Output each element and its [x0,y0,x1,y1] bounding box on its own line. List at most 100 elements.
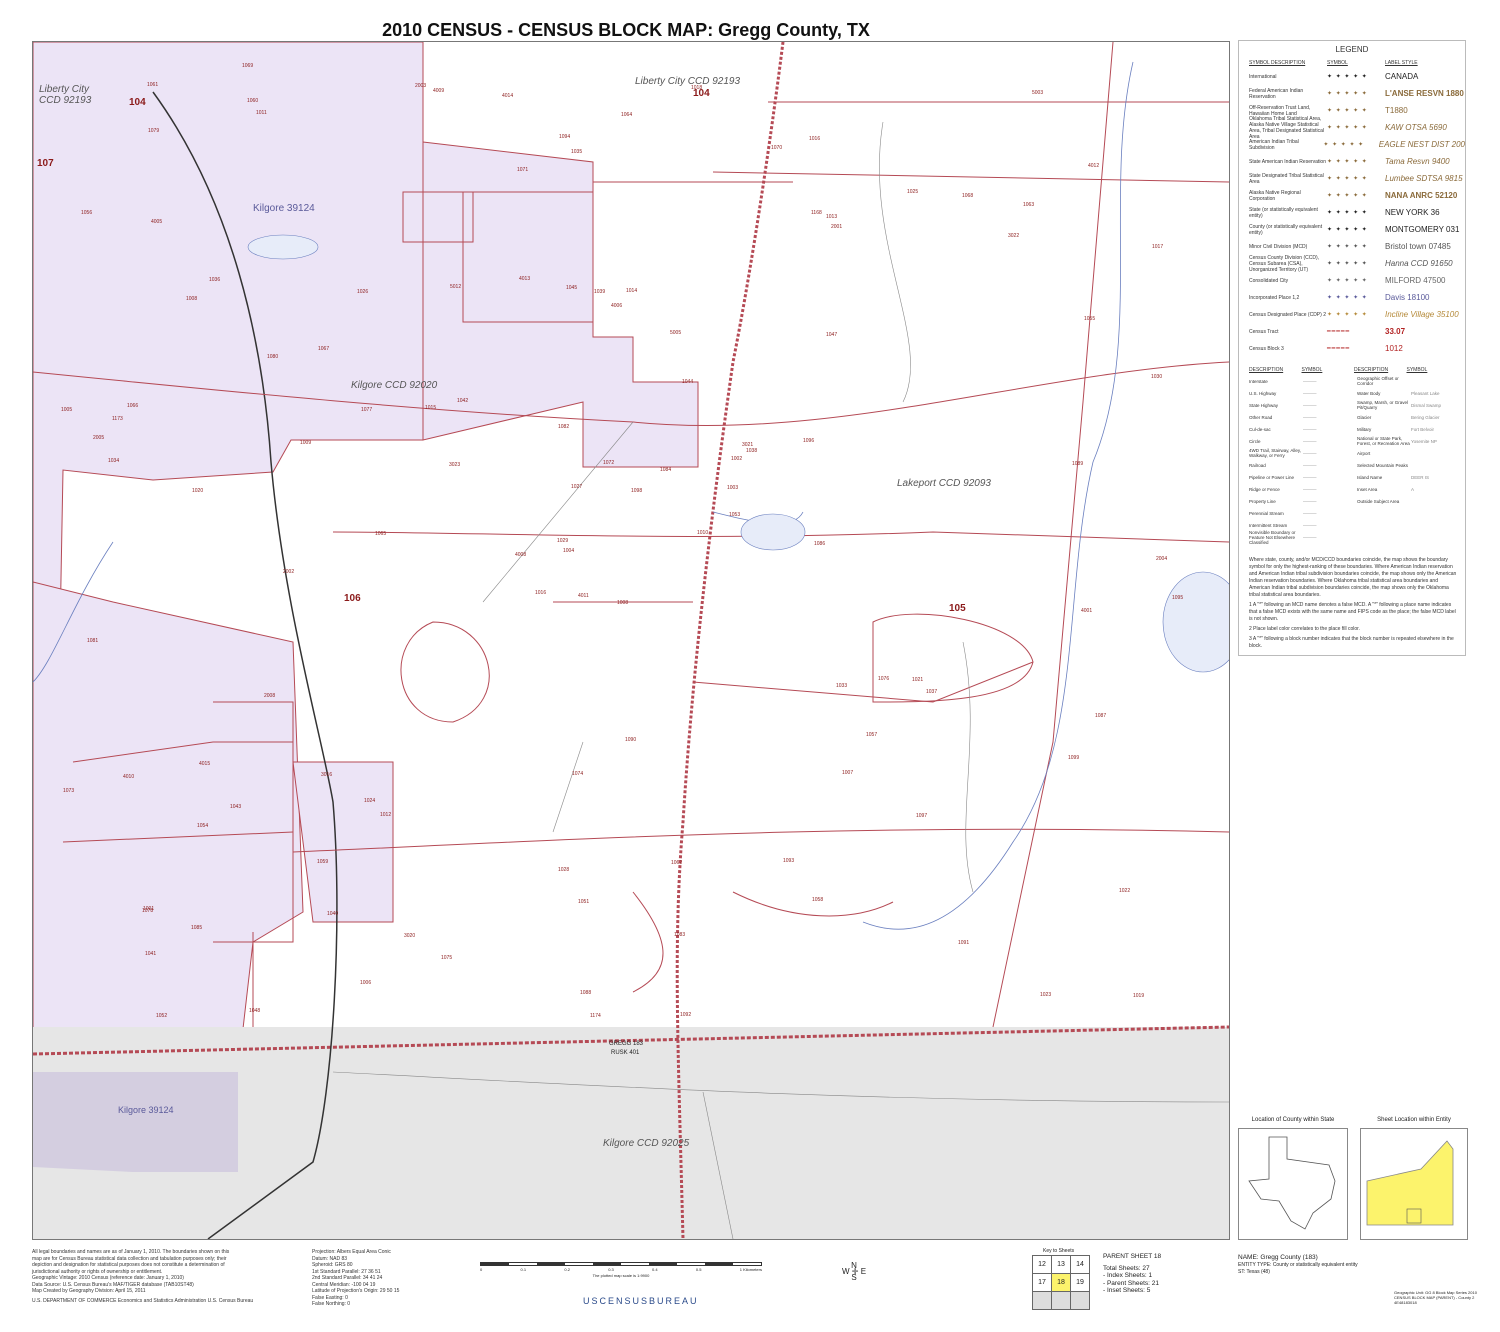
block-number: 1092 [680,1012,692,1018]
block-number: 4005 [151,219,163,225]
scale-tick: 0.3 [608,1267,614,1272]
legend-label-style: Davis 18100 [1385,293,1430,302]
legend-label-style: 1012 [1385,344,1403,353]
legend-feature-headers: DESCRIPTION SYMBOL DESCRIPTION SYMBOL [1249,367,1459,373]
legend-header: SYMBOL [1301,367,1323,373]
map-canvas[interactable]: Liberty City CCD 92193 Liberty City CCD … [32,41,1230,1240]
block-number: 1094 [559,134,571,140]
key-cell: 17 [1032,1273,1052,1292]
legend-symbol: ✦ ✦ ✦ ✦ ✦ [1327,227,1368,233]
block-number: 4008 [515,552,527,558]
block-number: 1090 [625,737,637,743]
legend-feature-row: U.S. Highway ——— Water Body Pleasant Lake [1249,387,1465,399]
inset-title: Sheet Location within Entity [1377,1117,1451,1123]
block-number: 1048 [249,1008,261,1014]
legend-description: Census Tract [1249,328,1279,335]
legend-rows: International ✦ ✦ ✦ ✦ ✦ CANADA Federal Amer… [1239,68,1465,357]
block-number: 1040 [327,911,339,917]
legend-description: Federal American Indian Reservation [1249,87,1304,100]
legend-row: International ✦ ✦ ✦ ✦ ✦ CANADA [1249,68,1465,85]
legend-feature-row: Property Line ——— Outside Subject Area [1249,495,1465,507]
block-number: 1078 [142,908,154,914]
feature-symbol: Pleasant Lake [1411,390,1440,396]
place-label: Kilgore 39124 [118,1105,174,1115]
legend-description: State Designated Tribal Statistical Area [1249,172,1324,185]
scale-tick: 0.2 [564,1267,570,1272]
legend-header: LABEL STYLE [1385,60,1418,66]
block-number: 1052 [156,1013,168,1019]
block-number: 1011 [256,110,267,116]
block-number: 1099 [1068,755,1080,761]
block-number: 1036 [209,277,221,283]
block-number: 1087 [1095,713,1107,719]
legend-row: Alaska Native Regional Corporation ✦ ✦ ✦ … [1249,187,1465,204]
block-number: 1076 [878,676,890,682]
block-number: 1098 [631,488,643,494]
legend-label-style: L'ANSE RESVN 1880 [1385,89,1464,98]
block-number: 1081 [87,638,99,644]
legend-label-style: MILFORD 47500 [1385,276,1446,285]
legend-label-style: EAGLE NEST DIST 200 [1378,140,1465,149]
sheet-count: - Inset Sheets: 5 [1103,1287,1151,1294]
block-number: 1063 [1023,202,1035,208]
tract-label: 106 [344,593,361,604]
block-number: 4001 [1081,608,1093,614]
block-number: 1080 [267,354,279,360]
legend-description: Consolidated City [1249,277,1289,284]
legend-row: State American Indian Reservation ✦ ✦ ✦ ✦… [1249,153,1465,170]
block-number: 1019 [1133,993,1145,999]
feature-description: Pipeline or Power Line [1249,474,1295,480]
water-body [1162,571,1229,673]
legend-symbol: ✦ ✦ ✦ ✦ ✦ [1327,261,1368,267]
legend-row: Consolidated City ✦ ✦ ✦ ✦ ✦ MILFORD 47500 [1249,272,1465,289]
ccd-label: Kilgore CCD 92025 [603,1138,690,1149]
block-number: 1033 [836,683,848,689]
legend-feature-row: Interstate ——— Geographic Offset or Corrid… [1249,375,1465,387]
feature-symbol: Bering Glacier [1411,414,1440,420]
key-cell: 19 [1070,1273,1090,1292]
legend-description: Census Block 3 [1249,345,1284,352]
feature-symbol: ——— [1303,462,1317,468]
legend-feature-row: Pipeline or Power Line ——— Island Name DEER… [1249,471,1465,483]
legend-feature-row: Ridge or Fence ——— Inset Area A [1249,483,1465,495]
entity-name: NAME: Gregg County (183) [1238,1254,1318,1261]
legend-row: Census Tract ━━━━━ 33.07 [1249,323,1465,340]
block-number: 1035 [571,149,583,155]
disclaimer-line: All legal boundaries and names are as of… [32,1249,230,1255]
block-number: 1010 [697,530,709,536]
block-number: 4006 [611,303,623,309]
block-number: 5012 [450,284,462,290]
ccd-label: Kilgore CCD 92020 [351,380,438,391]
key-cell [1070,1291,1090,1310]
block-number: 1085 [191,925,203,931]
legend-row: Census Designated Place (CDP) 2 ✦ ✦ ✦ ✦ ✦… [1249,306,1465,323]
key-cell [1032,1291,1052,1310]
block-number: 3023 [449,462,461,468]
block-number: 1034 [108,458,120,464]
feature-symbol: Fort Belvoir [1411,426,1435,432]
legend-symbol: ━━━━━ [1327,346,1351,352]
block-number: 1069 [242,63,254,69]
sheet-count: - Index Sheets: 1 [1103,1272,1153,1279]
feature-description: Railroad [1249,462,1266,468]
block-number: 1029 [557,538,569,544]
feature-description: Nonvisible Boundary or Feature Not Elsew… [1249,529,1296,545]
scale-tick: 0 [480,1267,483,1272]
feature-description: Glacier [1357,414,1372,420]
water-body [247,234,319,260]
legend-header: DESCRIPTION [1354,367,1389,373]
key-title: Key to Sheets [1043,1248,1075,1254]
legend-feature-row: Cul-de-sac ——— Military Fort Belvoir [1249,423,1465,435]
legend-row: Federal American Indian Reservation ✦ ✦ ✦… [1249,85,1465,102]
map-drawing [33,42,1229,1239]
block-number: 1043 [230,804,242,810]
block-number: 1091 [958,940,970,946]
legend-description: State American Indian Reservation [1249,158,1326,165]
block-number: 1013 [826,214,838,220]
block-number: 1079 [148,128,160,134]
legend-feature-row: Nonvisible Boundary or Feature Not Elsew… [1249,529,1465,545]
block-number: 1014 [626,288,638,294]
legend-label-style: Incline Village 35100 [1385,310,1459,319]
block-number: 1009 [300,440,312,446]
feature-symbol: ——— [1303,426,1317,432]
